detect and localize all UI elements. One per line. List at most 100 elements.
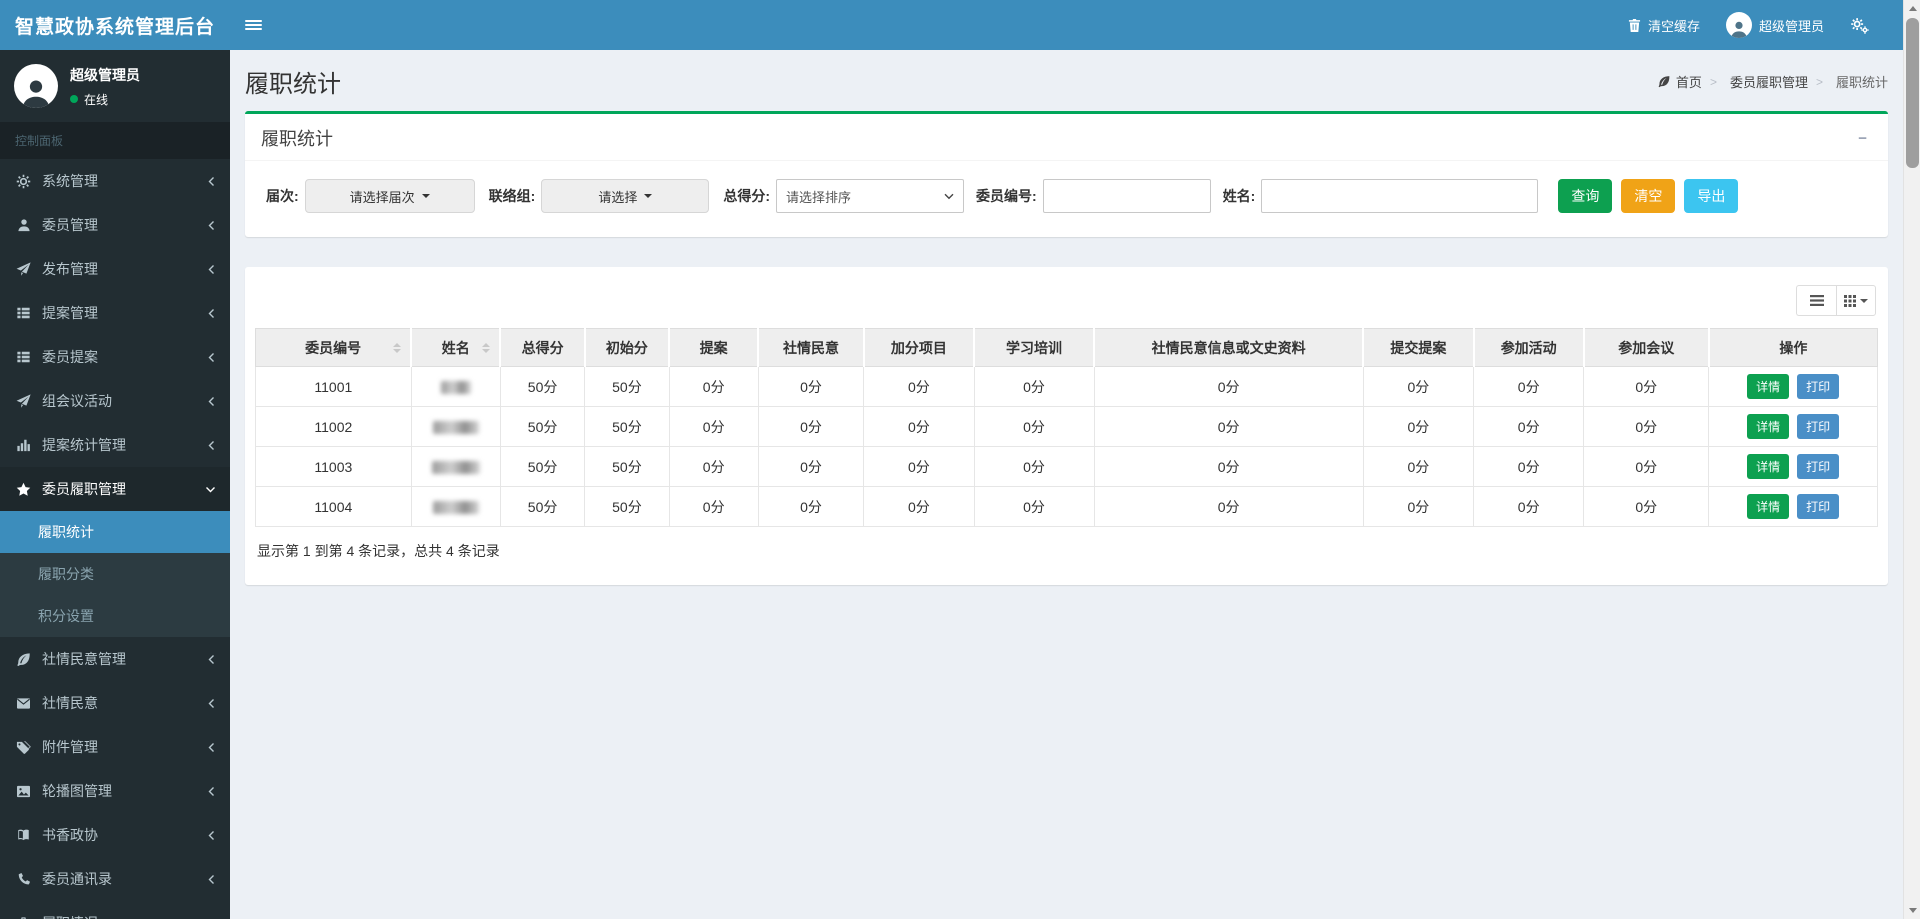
member-no-label: 委员编号: — [976, 188, 1037, 204]
sidebar-subitem-duty-category[interactable]: 履职分类 — [0, 553, 230, 595]
sidebar-item-group-meeting-activity[interactable]: 组会议活动 — [0, 379, 230, 423]
breadcrumb-duty-management[interactable]: 委员履职管理 — [1710, 72, 1808, 91]
sidebar-item-proposal-statistics[interactable]: 提案统计管理 — [0, 423, 230, 467]
table-row: 11002 50分 50分 0分 0分 0分 0分 0分 0分 0分 0分 详情 打印 — [255, 406, 1878, 447]
score-cell: 0分 — [1583, 406, 1710, 447]
period-dropdown[interactable]: 请选择届次 — [304, 179, 475, 213]
member-no-input[interactable] — [1042, 179, 1211, 213]
sidebar: 超级管理员 在线 控制面板 系统管理 委员管理 发布管理 提案管理 委员提案 组… — [0, 50, 230, 919]
sidebar-item-attachment-management[interactable]: 附件管理 — [0, 725, 230, 769]
sidebar-subitem-duty-statistics[interactable]: 履职统计 — [0, 511, 230, 553]
score-cell: 0分 — [757, 486, 865, 527]
chevron-down-icon — [944, 193, 954, 200]
sort-icon[interactable] — [393, 342, 402, 353]
score-cell: 0分 — [1362, 406, 1475, 447]
sidebar-item-reading-cppcc[interactable]: 书香政协 — [0, 813, 230, 857]
sort-order-select[interactable]: 请选择排序 — [776, 179, 965, 213]
group-dropdown[interactable]: 请选择 — [541, 179, 710, 213]
scroll-down-arrow-icon[interactable] — [1904, 902, 1920, 919]
sidebar-toggle-button[interactable] — [230, 0, 276, 50]
sidebar-item-proposal-management[interactable]: 提案管理 — [0, 291, 230, 335]
scrollbar-thumb[interactable] — [1906, 18, 1919, 168]
collapse-minus-icon[interactable] — [1853, 130, 1872, 147]
breadcrumb-home[interactable]: 首页 — [1657, 72, 1702, 91]
record-summary: 显示第 1 到第 4 条记录，总共 4 条记录 — [257, 543, 500, 559]
sidebar-item-publish-management[interactable]: 发布管理 — [0, 247, 230, 291]
name-label: 姓名: — [1222, 188, 1256, 204]
name-input[interactable] — [1261, 179, 1539, 213]
list-icon — [15, 306, 32, 320]
vertical-scrollbar[interactable] — [1903, 0, 1920, 919]
sidebar-item-carousel-management[interactable]: 轮播图管理 — [0, 769, 230, 813]
scroll-up-arrow-icon[interactable] — [1904, 0, 1920, 17]
sidebar-item-member-duty-management[interactable]: 委员履职管理 — [0, 467, 230, 511]
column-header-name[interactable]: 姓名 — [410, 328, 501, 367]
sidebar-item-member-management[interactable]: 委员管理 — [0, 203, 230, 247]
chevron-left-icon — [207, 440, 216, 451]
settings-cogs-icon[interactable] — [1850, 17, 1869, 34]
sidebar-submenu-duty: 履职统计 履职分类 积分设置 — [0, 511, 230, 637]
phone-icon — [15, 872, 32, 886]
user-avatar-icon — [1725, 12, 1752, 38]
actions-cell: 详情 打印 — [1708, 406, 1878, 447]
grid-view-button[interactable] — [1836, 285, 1876, 316]
table-row: 11004 50分 50分 0分 0分 0分 0分 0分 0分 0分 0分 详情 打印 — [255, 486, 1878, 527]
duty-statistics-table: 委员编号 姓名 总得分 初始分 提案 社情民意 加分项目 学习培训 社情民意信息… — [255, 328, 1878, 527]
print-button[interactable]: 打印 — [1797, 374, 1840, 399]
column-header-total-score: 总得分 — [499, 328, 585, 367]
breadcrumb-current: 履职统计 — [1816, 72, 1888, 91]
score-cell: 0分 — [668, 446, 759, 487]
redacted-name — [432, 421, 479, 435]
detail-button[interactable]: 详情 — [1747, 414, 1790, 439]
send-icon — [15, 393, 32, 409]
detail-button[interactable]: 详情 — [1747, 374, 1790, 399]
page-title: 履职统计 — [245, 71, 341, 98]
app-logo[interactable]: 智慧政协系统管理后台 — [0, 0, 230, 50]
clear-button[interactable]: 清空 — [1621, 179, 1676, 213]
score-cell: 0分 — [1473, 366, 1585, 407]
score-cell: 0分 — [863, 486, 975, 527]
score-cell: 50分 — [499, 446, 586, 487]
total-score-label: 总得分: — [723, 188, 771, 204]
sidebar-item-public-opinion-management[interactable]: 社情民意管理 — [0, 637, 230, 681]
user-icon — [15, 218, 32, 232]
user-menu[interactable]: 超级管理员 — [1725, 12, 1824, 38]
chevron-left-icon — [207, 698, 216, 709]
export-button[interactable]: 导出 — [1684, 179, 1739, 213]
bar-chart-icon — [15, 438, 32, 452]
score-cell: 0分 — [1473, 406, 1585, 447]
score-cell: 0分 — [1362, 366, 1475, 407]
actions-cell: 详情 打印 — [1708, 446, 1878, 487]
sidebar-subitem-score-settings[interactable]: 积分设置 — [0, 595, 230, 637]
panel-title: 履职统计 — [261, 129, 333, 149]
print-button[interactable]: 打印 — [1797, 414, 1840, 439]
member-name-cell — [410, 446, 501, 487]
column-header-activities: 参加活动 — [1472, 328, 1584, 367]
sidebar-item-duty-status[interactable]: 履职情况 — [0, 901, 230, 919]
column-header-member-no[interactable]: 委员编号 — [255, 328, 412, 367]
trash-icon — [1628, 18, 1641, 32]
sort-icon[interactable] — [482, 342, 491, 353]
detail-button[interactable]: 详情 — [1747, 454, 1790, 479]
redacted-name — [431, 461, 480, 475]
list-view-button[interactable] — [1796, 285, 1836, 316]
print-button[interactable]: 打印 — [1797, 454, 1840, 479]
sidebar-item-system-management[interactable]: 系统管理 — [0, 159, 230, 203]
sidebar-item-member-contacts[interactable]: 委员通讯录 — [0, 857, 230, 901]
book-icon — [15, 828, 32, 842]
detail-button[interactable]: 详情 — [1747, 494, 1790, 519]
group-label: 联络组: — [488, 188, 536, 204]
score-cell: 0分 — [757, 446, 865, 487]
print-button[interactable]: 打印 — [1797, 494, 1840, 519]
online-dot-icon — [70, 95, 78, 103]
table-row: 11001 50分 50分 0分 0分 0分 0分 0分 0分 0分 0分 详情 打印 — [255, 366, 1878, 407]
sidebar-item-member-proposal[interactable]: 委员提案 — [0, 335, 230, 379]
clear-cache-button[interactable]: 清空缓存 — [1628, 16, 1700, 35]
breadcrumb: 首页 委员履职管理 履职统计 — [1657, 72, 1888, 91]
score-cell: 50分 — [499, 486, 586, 527]
search-button[interactable]: 查询 — [1558, 179, 1613, 213]
envelope-icon — [15, 697, 32, 710]
member-name-cell — [410, 406, 501, 447]
sidebar-item-public-opinion[interactable]: 社情民意 — [0, 681, 230, 725]
column-header-meetings: 参加会议 — [1582, 328, 1709, 367]
